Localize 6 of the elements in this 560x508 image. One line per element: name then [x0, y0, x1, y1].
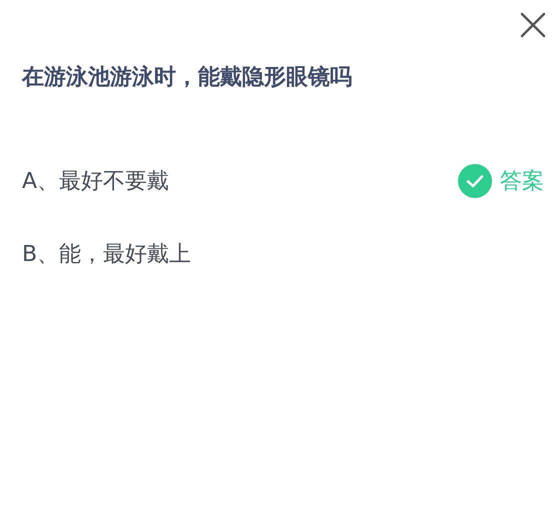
- option-text[interactable]: B、能，最好戴上: [22, 238, 192, 268]
- check-icon: [458, 164, 492, 198]
- option-text[interactable]: A、最好不要戴: [22, 166, 170, 196]
- answer-label: 答案: [500, 168, 544, 196]
- close-icon[interactable]: [520, 12, 546, 38]
- question-title: 在游泳池游泳时，能戴隐形眼镜吗: [22, 64, 352, 92]
